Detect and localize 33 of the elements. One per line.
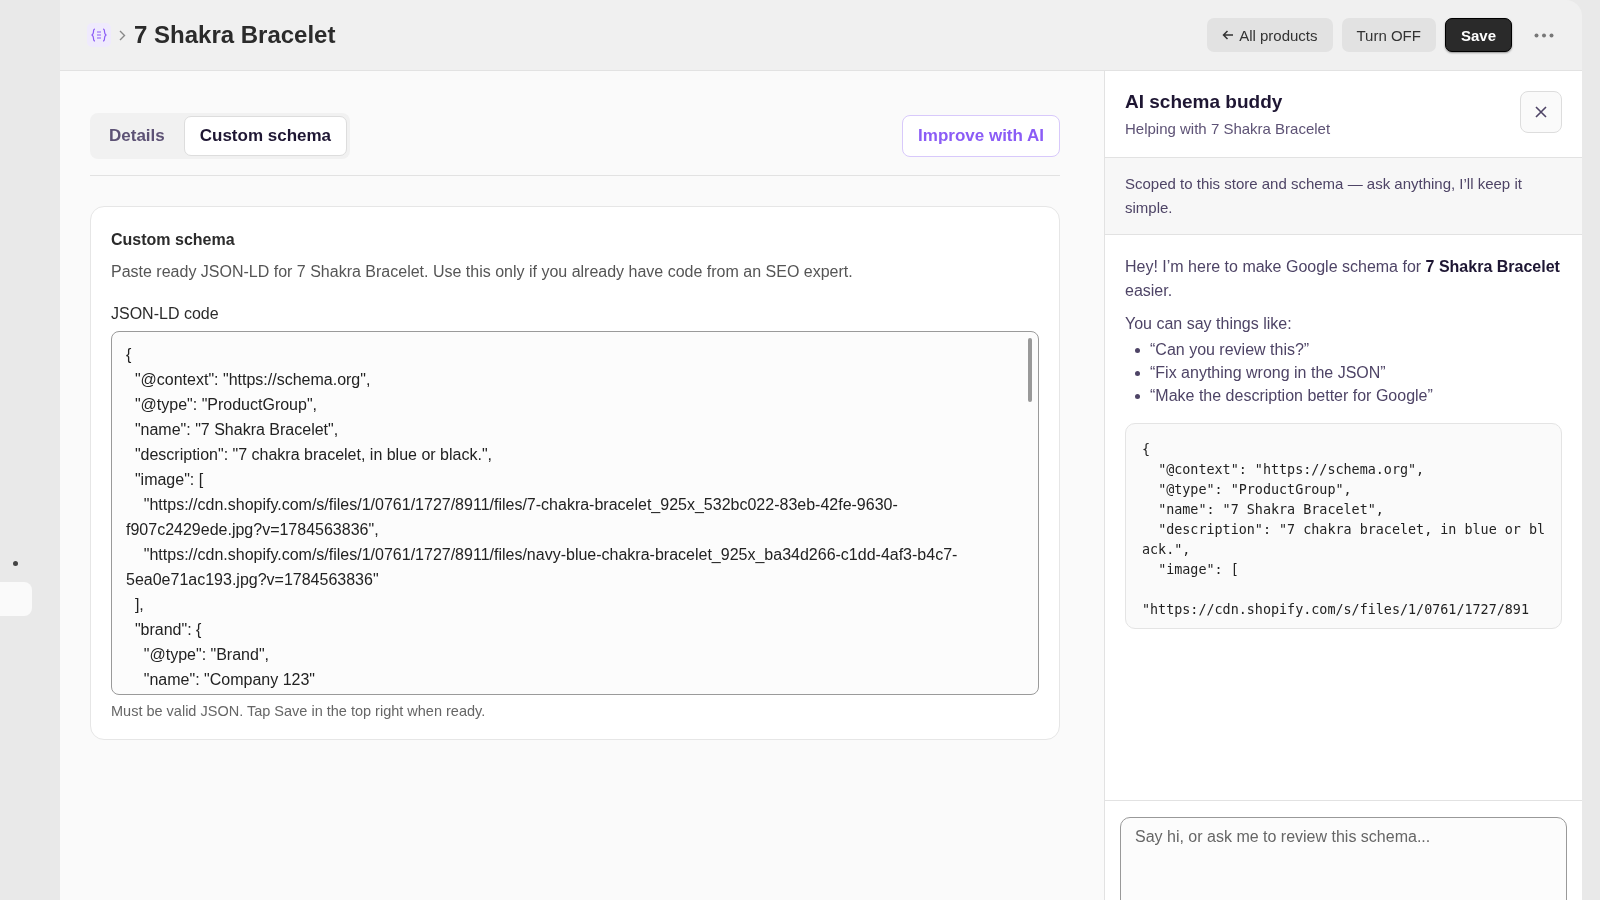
bullet-icon [1135, 370, 1140, 376]
chat-input[interactable]: Say hi, or ask me to review this schema... [1120, 817, 1567, 900]
card-description: Paste ready JSON-LD for 7 Shakra Bracelet. Use this only if you already have code from an SEO expert. [111, 263, 854, 281]
code-block: { "@context": "https://schema.org", "@type": "ProductGroup", "name": "7 Shakra Bracelet", "description": "7 chakra bracelet, in blue or black.", "image": [ "https://cdn.shopify.com/s/files/1/0761/1727/891 [1125, 423, 1562, 629]
close-button[interactable] [1520, 91, 1562, 133]
toolbar-button[interactable]: Turn OFF [1341, 18, 1436, 52]
arrow-left-icon [1222, 29, 1235, 41]
save-button[interactable]: Save [1444, 18, 1512, 52]
scrollbar[interactable] [1028, 338, 1032, 402]
schema-icon[interactable] [87, 23, 111, 47]
tab[interactable]: Custom schema [183, 116, 348, 156]
field-label: JSON-LD code [111, 305, 220, 323]
chevron-right-icon [119, 29, 126, 41]
bullet-icon [1135, 347, 1140, 353]
close-icon [1534, 105, 1548, 119]
more-icon[interactable] [1534, 32, 1554, 38]
panel-title: AI schema buddy [1125, 91, 1284, 113]
page-title: 7 Shakra Bracelet [134, 21, 336, 49]
hint-text: Must be valid JSON. Tap Save in the top right when ready. [111, 703, 487, 719]
tab[interactable]: Details [93, 116, 181, 156]
improve-button[interactable]: Improve with AI [902, 115, 1060, 157]
suggestions-intro: You can say things like: [1125, 315, 1293, 333]
dot-icon [13, 561, 18, 566]
scope-notice: Scoped to this store and schema — ask anything, I’ll keep it simple. [1105, 158, 1582, 235]
suggestion-text: “Can you review this?” [1150, 341, 1310, 359]
all-products-button[interactable]: All products [1207, 18, 1333, 52]
card-title: Custom schema [111, 231, 236, 249]
code-field[interactable]: { "@context": "https://schema.org", "@type": "ProductGroup", "name": "7 Shakra Bracelet", "description": "7 chakra bracelet, in blue or black.", "image": [ "https://cdn.shopify.com/s/files/1/0761/1727/8911/files/7-chakra-bracelet_925x_532bc022-83eb-42fe-9630-f907c2429ede.jpg?v=1784563836", "https://cdn.shopify.com/s/files/1/0761/1727/8911/files/navy-blue-chakra-bracelet_925x_ba34d266-c1dd-4af3-b4c7-5ea0e71ac193.jpg?v=1784563836" ], "brand": { "@type": "Brand", "name": "Company 123" [111, 331, 1039, 695]
panel-subtitle: Helping with 7 Shakra Bracelet [1125, 120, 1332, 137]
suggestion-text: “Fix anything wrong in the JSON” [1150, 364, 1386, 382]
suggestion-text: “Make the description better for Google” [1150, 387, 1433, 405]
bullet-icon [1135, 393, 1140, 399]
assistant-message: Hey! I’m here to make Google schema for 7 Shakra Bracelet easier. [1125, 257, 1561, 301]
